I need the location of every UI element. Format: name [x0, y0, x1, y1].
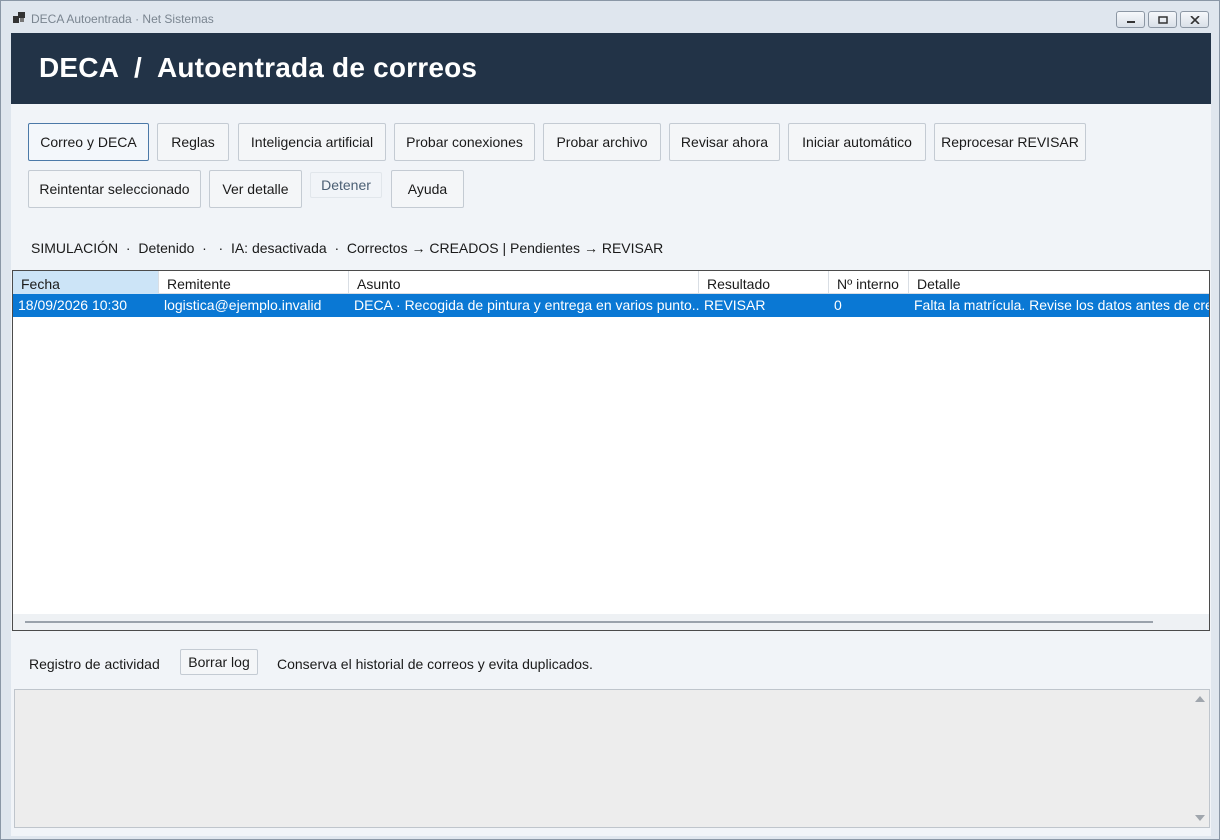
restore-icon — [1158, 16, 1168, 24]
cell-interno: 0 — [834, 297, 842, 313]
log-toolbar: Registro de actividad Borrar log Conserv… — [11, 649, 1211, 679]
log-hint: Conserva el historial de correos y evita… — [277, 656, 593, 672]
reglas-button[interactable]: Reglas — [157, 123, 229, 161]
cell-fecha: 18/09/2026 10:30 — [18, 297, 127, 313]
correo-deca-button[interactable]: Correo y DECA — [28, 123, 149, 161]
column-header-fecha[interactable]: Fecha — [13, 271, 159, 294]
app-window: DECA Autoentrada · Net Sistemas DECA / A… — [0, 0, 1220, 840]
mail-grid[interactable]: Fecha Remitente Asunto Resultado Nº inte… — [12, 270, 1210, 631]
cell-remitente: logistica@ejemplo.invalid — [164, 297, 322, 313]
table-row[interactable]: 18/09/2026 10:30 logistica@ejemplo.inval… — [13, 294, 1210, 317]
activity-log[interactable] — [14, 689, 1210, 828]
close-button[interactable] — [1180, 11, 1209, 28]
column-header-asunto[interactable]: Asunto — [349, 271, 699, 294]
probar-conexiones-button[interactable]: Probar conexiones — [394, 123, 535, 161]
ver-detalle-button[interactable]: Ver detalle — [209, 170, 302, 208]
ayuda-button[interactable]: Ayuda — [391, 170, 464, 208]
status-line: SIMULACIÓN · Detenido · · IA: desactivad… — [31, 240, 664, 256]
reprocesar-revisar-button[interactable]: Reprocesar REVISAR — [934, 123, 1086, 161]
close-icon — [1190, 16, 1200, 24]
iniciar-automatico-button[interactable]: Iniciar automático — [788, 123, 926, 161]
title-bar[interactable]: DECA Autoentrada · Net Sistemas — [1, 1, 1219, 33]
detener-button[interactable]: Detener — [310, 172, 382, 198]
horizontal-scrollbar[interactable] — [13, 614, 1209, 630]
log-label: Registro de actividad — [29, 656, 160, 672]
app-window-icon — [13, 12, 25, 23]
column-header-remitente[interactable]: Remitente — [159, 271, 349, 294]
probar-archivo-button[interactable]: Probar archivo — [543, 123, 661, 161]
column-header-interno[interactable]: Nº interno — [829, 271, 909, 294]
cell-resultado: REVISAR — [704, 297, 766, 313]
cell-detalle: Falta la matrícula. Revise los datos ant… — [914, 297, 1210, 313]
client-area: DECA / Autoentrada de correos Correo y D… — [11, 33, 1211, 836]
window-title: DECA Autoentrada · Net Sistemas — [31, 12, 214, 26]
grid-header: Fecha Remitente Asunto Resultado Nº inte… — [13, 271, 1209, 294]
vertical-scrollbar[interactable] — [1191, 690, 1209, 827]
ia-button[interactable]: Inteligencia artificial — [238, 123, 386, 161]
column-header-detalle[interactable]: Detalle — [909, 271, 1209, 294]
page-title: DECA / Autoentrada de correos — [39, 52, 478, 83]
scroll-up-icon[interactable] — [1195, 696, 1205, 702]
header-banner: DECA / Autoentrada de correos — [11, 33, 1211, 104]
reintentar-seleccionado-button[interactable]: Reintentar seleccionado — [28, 170, 201, 208]
revisar-ahora-button[interactable]: Revisar ahora — [669, 123, 780, 161]
cell-asunto: DECA · Recogida de pintura y entrega en … — [354, 297, 699, 313]
scroll-down-icon[interactable] — [1195, 815, 1205, 821]
column-header-resultado[interactable]: Resultado — [699, 271, 829, 294]
restore-button[interactable] — [1148, 11, 1177, 28]
minimize-icon — [1127, 21, 1135, 23]
minimize-button[interactable] — [1116, 11, 1145, 28]
scrollbar-thumb[interactable] — [25, 621, 1153, 623]
clear-log-button[interactable]: Borrar log — [180, 649, 258, 675]
